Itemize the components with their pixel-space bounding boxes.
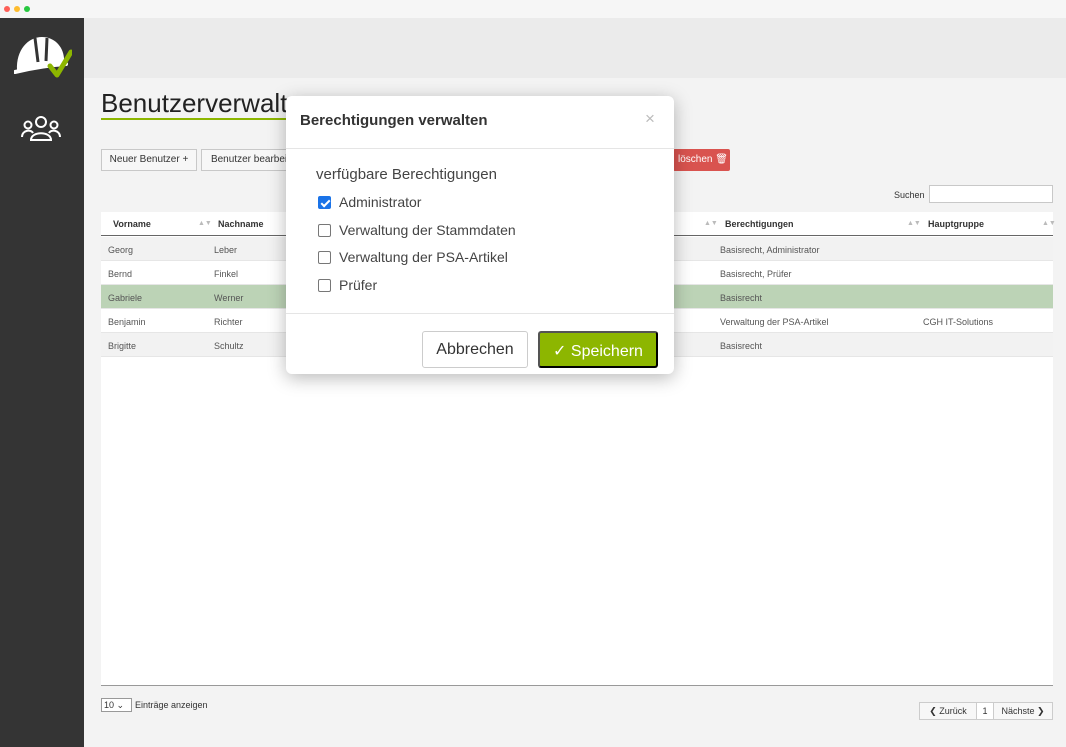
cell-vorname: Bernd (108, 269, 133, 279)
cell-hauptgruppe: CGH IT-Solutions (923, 317, 994, 327)
cell-vorname: Georg (108, 245, 134, 255)
sort-icon[interactable]: ▲▼ (198, 220, 212, 227)
modal-footer-divider (286, 313, 674, 314)
search-label: Suchen (894, 190, 925, 200)
window-minimize-dot[interactable] (14, 6, 20, 12)
checkbox[interactable] (318, 223, 331, 237)
sort-icon[interactable]: ▲▼ (907, 220, 921, 227)
checkbox[interactable] (318, 251, 331, 264)
cell-vorname: Benjamin (108, 317, 146, 327)
permission-label: Prüfer (339, 276, 378, 293)
chevron-down-icon: ⌄ (116, 700, 125, 710)
window-close-dot[interactable] (4, 6, 10, 12)
page-length-label: Einträge anzeigen (135, 700, 208, 710)
title-underline (101, 118, 291, 120)
sort-icon[interactable]: ▲▼ (1042, 220, 1056, 227)
cell-berechtigungen: Basisrecht, Prüfer (720, 269, 792, 279)
cell-vorname: Brigitte (108, 341, 137, 351)
close-icon[interactable]: × (645, 109, 655, 129)
permission-label: Verwaltung der PSA-Artikel (339, 249, 508, 265)
modal-title: Berechtigungen verwalten (300, 112, 488, 129)
cell-nachname: Werner (214, 293, 244, 303)
permission-label: Administrator (339, 194, 422, 210)
cell-berechtigungen: Basisrecht, Administrator (720, 245, 820, 255)
column-header-nachname[interactable]: Nachname (218, 219, 264, 229)
delete-user-button[interactable]: löschen 🗑 (673, 149, 730, 171)
sidebar (0, 18, 84, 747)
search-input[interactable] (929, 185, 1053, 203)
column-header-hauptgruppe[interactable]: Hauptgruppe (928, 219, 984, 229)
cell-berechtigungen: Basisrecht (720, 293, 763, 303)
cell-nachname: Finkel (214, 269, 239, 279)
helmet-check-icon[interactable] (14, 32, 72, 78)
column-header-berechtigungen[interactable]: Berechtigungen (725, 219, 794, 229)
permissions-modal: Berechtigungen verwalten × verfügbare Be… (286, 96, 674, 374)
save-button[interactable]: ✓ Speichern (538, 331, 658, 368)
permission-label: Verwaltung der Stammdaten (339, 221, 516, 238)
cell-berechtigungen: Verwaltung der PSA-Artikel (720, 317, 829, 327)
cell-nachname: Leber (214, 245, 238, 255)
window-titlebar (0, 0, 1066, 18)
pagination-prev-button[interactable]: ❮ Zurück (919, 702, 977, 720)
new-user-button[interactable]: Neuer Benutzer + (101, 149, 197, 171)
checkbox[interactable] (318, 278, 331, 292)
pagination-page-1[interactable]: 1 (976, 702, 994, 720)
cancel-button[interactable]: Abbrechen (422, 331, 528, 368)
top-bar (84, 18, 1066, 78)
pagination-next-button[interactable]: Nächste ❯ (993, 702, 1053, 720)
users-icon[interactable] (21, 112, 61, 148)
cell-nachname: Schultz (214, 341, 244, 351)
cell-vorname: Gabriele (108, 293, 143, 303)
cell-berechtigungen: Basisrecht (720, 341, 763, 351)
window-zoom-dot[interactable] (24, 6, 30, 12)
cell-nachname: Richter (214, 317, 243, 327)
column-header-vorname[interactable]: Vorname (113, 219, 151, 229)
page-length-select[interactable]: 10 ⌄ (101, 698, 132, 712)
page-length-value: 10 (104, 700, 115, 710)
permissions-heading: verfügbare Berechtigungen (316, 166, 497, 183)
checkbox-checked[interactable] (318, 196, 331, 209)
modal-header-divider (286, 148, 674, 149)
sort-icon[interactable]: ▲▼ (704, 220, 718, 227)
